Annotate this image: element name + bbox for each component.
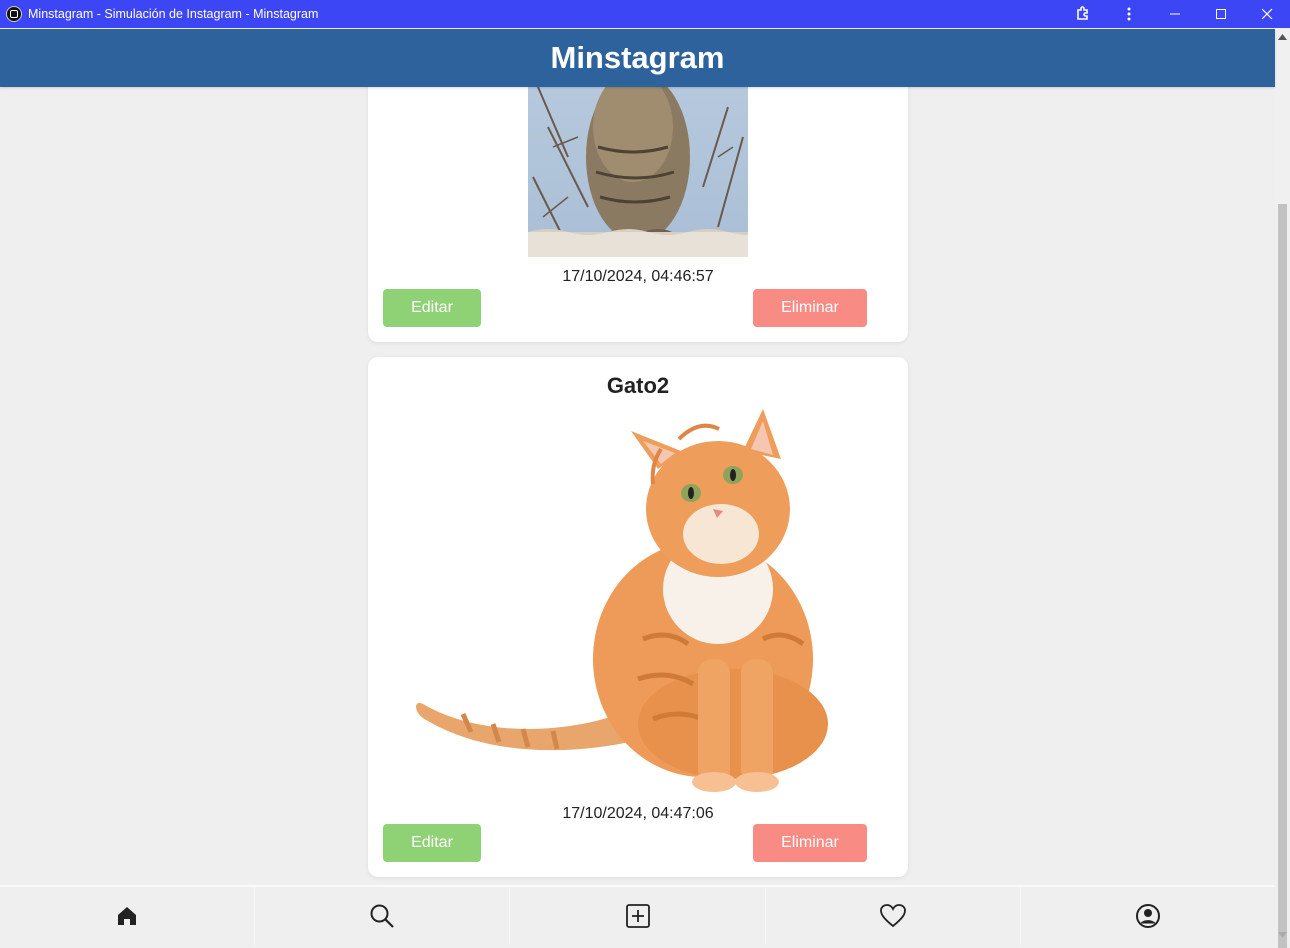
vertical-scrollbar[interactable]	[1275, 29, 1290, 948]
home-icon	[118, 907, 137, 925]
post-card: Gato2 17/10/2024, 04:47:06 Editar Elimin…	[368, 357, 908, 877]
scroll-down-icon[interactable]	[1275, 927, 1290, 943]
window-controls	[1060, 0, 1290, 28]
post-timestamp: 17/10/2024, 04:46:57	[562, 268, 714, 285]
edit-button[interactable]: Editar	[383, 289, 481, 327]
nav-search[interactable]	[255, 887, 511, 945]
window-title: Minstagram - Simulación de Instagram - M…	[28, 7, 319, 21]
post-title: Gato2	[606, 373, 670, 398]
app-title: Minstagram	[550, 40, 725, 75]
profile-icon	[1135, 904, 1160, 928]
extension-icon[interactable]	[1060, 0, 1106, 28]
more-icon[interactable]	[1106, 0, 1152, 28]
post-card: 17/10/2024, 04:46:57 Editar Eliminar	[368, 87, 908, 342]
nav-profile[interactable]	[1021, 887, 1275, 945]
nav-favorites[interactable]	[766, 887, 1021, 945]
search-icon	[370, 904, 395, 928]
app-icon	[6, 6, 22, 22]
post-timestamp: 17/10/2024, 04:47:06	[562, 805, 714, 822]
nav-add-post[interactable]	[510, 887, 766, 945]
nav-home[interactable]	[0, 887, 256, 945]
edit-button[interactable]: Editar	[383, 824, 481, 862]
post-feed[interactable]: 17/10/2024, 04:46:57 Editar Eliminar Gat…	[0, 87, 1275, 885]
minimize-icon[interactable]	[1152, 0, 1198, 28]
heart-icon	[879, 904, 906, 928]
scroll-thumb[interactable]	[1278, 204, 1287, 948]
app-header: Minstagram	[0, 29, 1275, 87]
scroll-up-icon[interactable]	[1275, 29, 1290, 45]
orange-cat-photo	[403, 409, 883, 799]
bottom-nav	[0, 885, 1275, 945]
window-titlebar: Minstagram - Simulación de Instagram - M…	[0, 0, 1290, 28]
close-icon[interactable]	[1244, 0, 1290, 28]
tabby-cat-photo	[528, 87, 748, 257]
add-post-icon	[625, 904, 650, 928]
maximize-icon[interactable]	[1198, 0, 1244, 28]
delete-button[interactable]: Eliminar	[753, 289, 867, 327]
delete-button[interactable]: Eliminar	[753, 824, 867, 862]
